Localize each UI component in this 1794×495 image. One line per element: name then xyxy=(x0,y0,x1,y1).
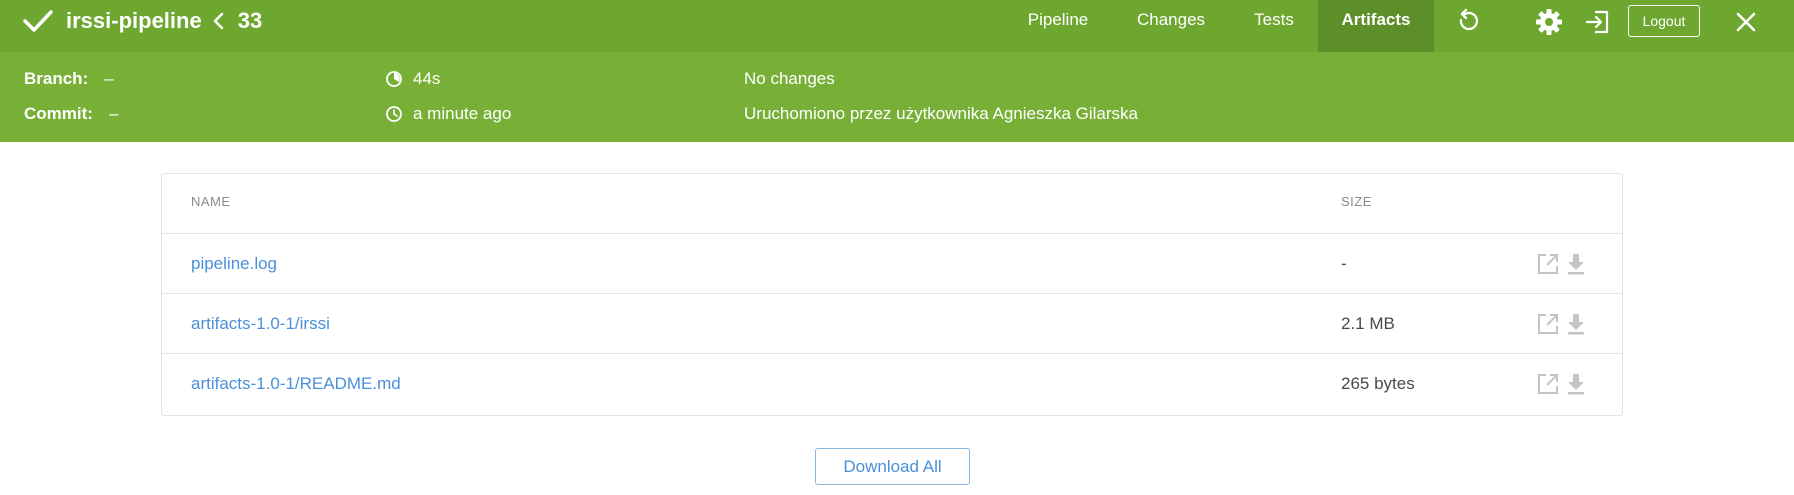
artifact-size: - xyxy=(1341,254,1347,273)
download-icon[interactable] xyxy=(1564,372,1588,396)
artifact-link[interactable]: pipeline.log xyxy=(191,234,277,294)
started-by-text: Uruchomiono przez użytkownika Agnieszka … xyxy=(744,104,1139,123)
logout-button[interactable]: Logout xyxy=(1628,5,1700,37)
branch-info: Branch: – xyxy=(24,68,114,90)
table-row: artifacts-1.0-1/README.md 265 bytes xyxy=(162,353,1622,414)
clock-icon xyxy=(386,106,402,122)
tab-changes[interactable]: Changes xyxy=(1124,0,1218,52)
close-icon[interactable] xyxy=(1731,7,1761,37)
check-icon xyxy=(23,10,53,32)
exit-icon[interactable] xyxy=(1583,7,1613,37)
column-header-name: NAME xyxy=(191,194,231,209)
artifact-link[interactable]: artifacts-1.0-1/README.md xyxy=(191,354,401,414)
open-external-icon[interactable] xyxy=(1536,252,1560,276)
chevron-left-icon xyxy=(213,12,223,30)
table-row: pipeline.log - xyxy=(162,233,1622,294)
artifact-size: 265 bytes xyxy=(1341,374,1415,393)
artifact-link[interactable]: artifacts-1.0-1/irssi xyxy=(191,294,330,354)
pipeline-name[interactable]: irssi-pipeline xyxy=(66,8,202,34)
rerun-icon[interactable] xyxy=(1453,7,1483,37)
download-all-button[interactable]: Download All xyxy=(815,448,970,485)
branch-label: Branch: xyxy=(24,69,89,88)
branch-value: – xyxy=(104,69,114,88)
run-title: irssi-pipeline 33 xyxy=(22,0,262,42)
top-bar: irssi-pipeline 33 Pipeline Changes Tests… xyxy=(0,0,1794,52)
artifact-size: 2.1 MB xyxy=(1341,314,1395,333)
changes-text: No changes xyxy=(744,69,835,88)
artifacts-table: NAME SIZE pipeline.log - artifacts-1.0-1… xyxy=(161,173,1623,416)
column-header-size: SIZE xyxy=(1341,194,1372,209)
time-info: a minute ago xyxy=(385,103,511,125)
started-by-info: Uruchomiono przez użytkownika Agnieszka … xyxy=(744,103,1138,125)
download-icon[interactable] xyxy=(1564,252,1588,276)
tab-tests[interactable]: Tests xyxy=(1232,0,1316,52)
changes-info: No changes xyxy=(744,68,835,90)
commit-info: Commit: – xyxy=(24,103,118,125)
time-ago: a minute ago xyxy=(413,104,512,123)
run-details: Branch: – Commit: – 44s a minute ago No … xyxy=(0,52,1794,142)
open-external-icon[interactable] xyxy=(1536,312,1560,336)
run-number: 33 xyxy=(237,8,263,33)
duration-icon xyxy=(386,71,402,87)
gear-icon[interactable] xyxy=(1534,7,1564,37)
duration-info: 44s xyxy=(385,68,440,90)
commit-label: Commit: xyxy=(24,104,93,123)
download-icon[interactable] xyxy=(1564,312,1588,336)
tab-pipeline[interactable]: Pipeline xyxy=(1010,0,1106,52)
table-row: artifacts-1.0-1/irssi 2.1 MB xyxy=(162,293,1622,354)
open-external-icon[interactable] xyxy=(1536,372,1560,396)
duration-value: 44s xyxy=(413,69,441,88)
tab-artifacts[interactable]: Artifacts xyxy=(1318,0,1434,52)
commit-value: – xyxy=(108,104,119,123)
